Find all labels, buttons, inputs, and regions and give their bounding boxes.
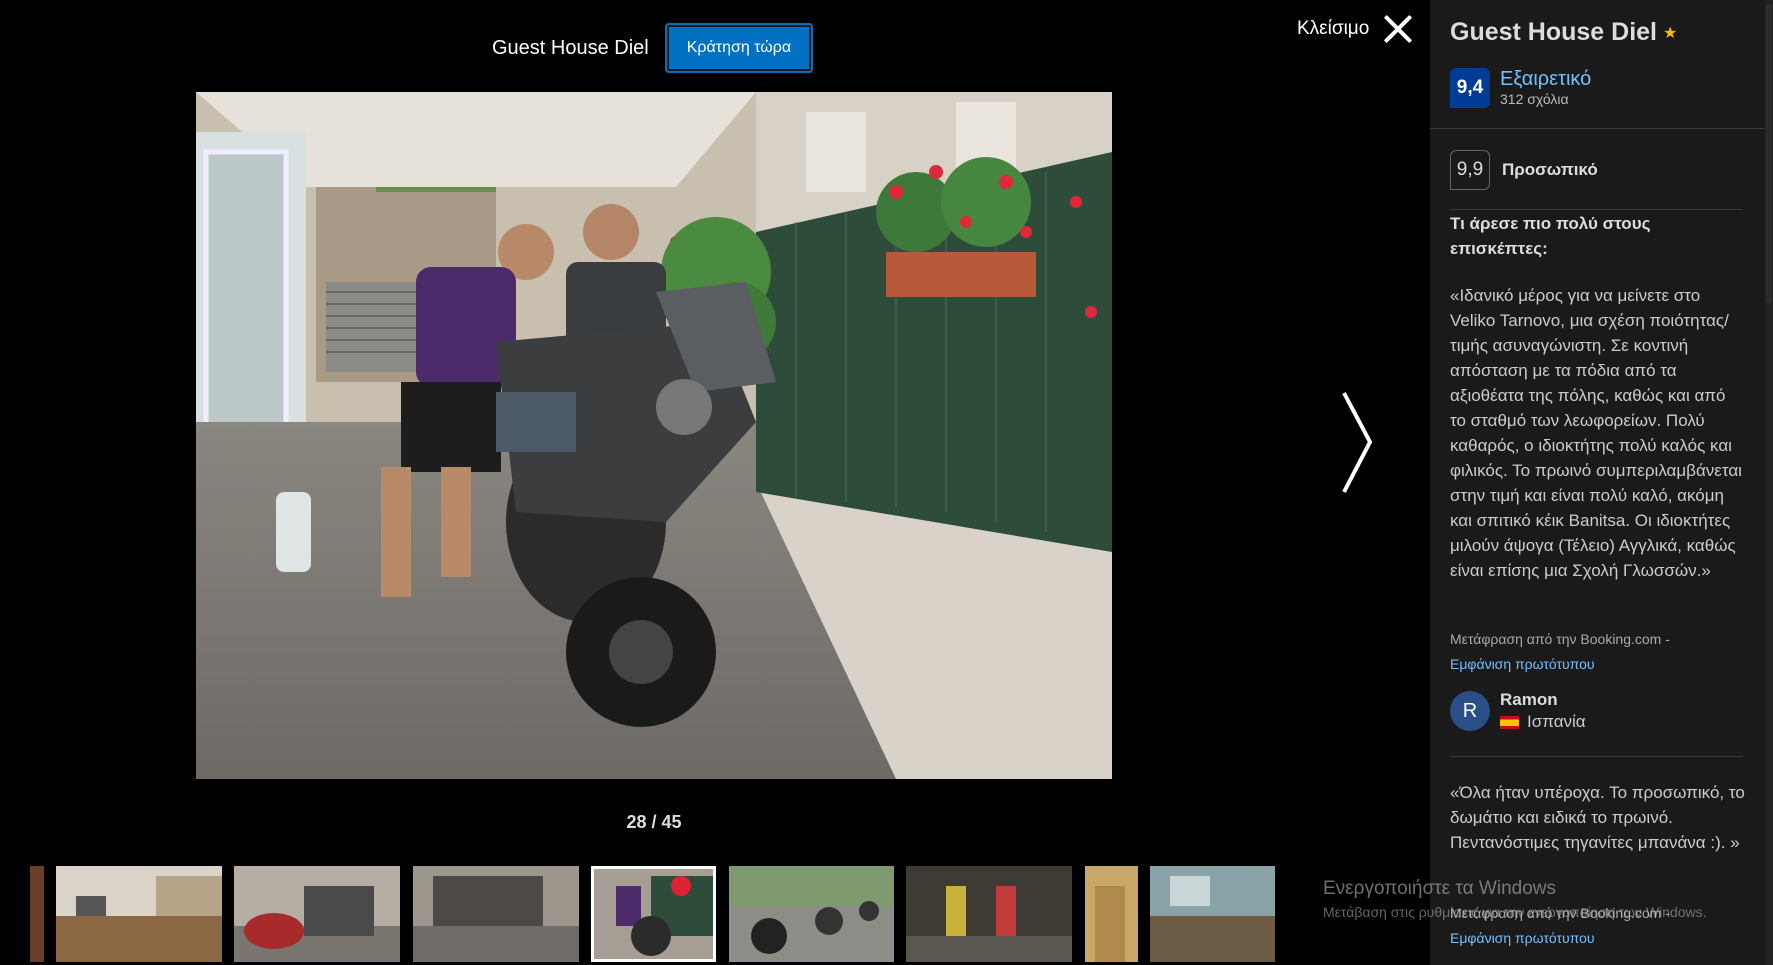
liked-heading: Τι άρεσε πιο πολύ στους επισκέπτες: <box>1450 214 1651 258</box>
spain-flag-icon <box>1500 715 1519 729</box>
divider <box>1450 756 1743 757</box>
category-score-staff: 9,9 Προσωπικό <box>1450 150 1598 190</box>
category-label: Προσωπικό <box>1502 160 1598 179</box>
thumbnail-strip <box>0 866 1275 962</box>
reviewer-country-text: Ισπανία <box>1527 712 1586 731</box>
thumbnail[interactable] <box>1085 866 1138 962</box>
gallery-header: Guest House Diel Κράτηση τώρα <box>492 23 814 73</box>
scrollbar[interactable] <box>1765 0 1773 965</box>
thumbnail[interactable] <box>1150 866 1275 962</box>
photo-counter: 28 / 45 <box>626 812 682 832</box>
next-photo-arrow[interactable] <box>1340 390 1374 495</box>
reviewer-name: Ramon <box>1500 690 1558 709</box>
divider <box>1450 209 1743 210</box>
thumbnail[interactable] <box>56 866 222 962</box>
category-score: 9,9 <box>1450 150 1490 190</box>
translated-by: Μετάφραση από την Booking.com - <box>1450 905 1670 921</box>
hotel-name-text: Guest House Diel <box>1450 18 1657 46</box>
divider <box>1430 128 1773 129</box>
thumbnail[interactable] <box>729 866 894 962</box>
review-score[interactable]: 9,4 Εξαιρετικό 312 σχόλια <box>1450 68 1591 108</box>
review-count: 312 σχόλια <box>1500 91 1569 107</box>
thumbnail[interactable] <box>906 866 1072 962</box>
close-button[interactable]: Κλείσιμο <box>1297 14 1413 44</box>
score-word: Εξαιρετικό <box>1500 68 1592 90</box>
thumbnail[interactable] <box>30 866 44 962</box>
main-photo <box>196 92 1112 779</box>
photo-gallery-overlay: Guest House Diel Κράτηση τώρα Κλείσιμο 2… <box>0 0 1430 965</box>
show-original-link[interactable]: Εμφάνιση πρωτότυπου <box>1450 656 1595 672</box>
scrollbar-thumb[interactable] <box>1766 4 1772 304</box>
show-original-link[interactable]: Εμφάνιση πρωτότυπου <box>1450 930 1595 946</box>
close-label: Κλείσιμο <box>1297 18 1370 39</box>
review-text: «Ιδανικό μέρος για να μείνετε στο Veliko… <box>1450 286 1742 580</box>
review-sidebar: Guest House Diel ★ 9,4 Εξαιρετικό 312 σχό… <box>1430 0 1773 965</box>
thumbnail[interactable] <box>234 866 400 962</box>
book-now-button[interactable]: Κράτηση τώρα <box>664 23 814 73</box>
translated-by: Μετάφραση από την Booking.com - <box>1450 631 1670 647</box>
avatar: R <box>1450 691 1490 731</box>
review-text: «Όλα ήταν υπέροχα. Το προσωπικό, το δωμά… <box>1450 783 1745 852</box>
reviewer-country: Ισπανία <box>1500 712 1586 732</box>
star-icon: ★ <box>1663 25 1678 43</box>
thumbnail-active[interactable] <box>591 866 716 962</box>
reviewer: R Ramon Ισπανία <box>1450 690 1586 732</box>
close-icon <box>1383 14 1413 44</box>
score-badge: 9,4 <box>1450 68 1490 108</box>
thumbnail[interactable] <box>413 866 579 962</box>
hotel-name: Guest House Diel ★ <box>1450 18 1677 47</box>
gallery-title: Guest House Diel <box>492 36 649 59</box>
